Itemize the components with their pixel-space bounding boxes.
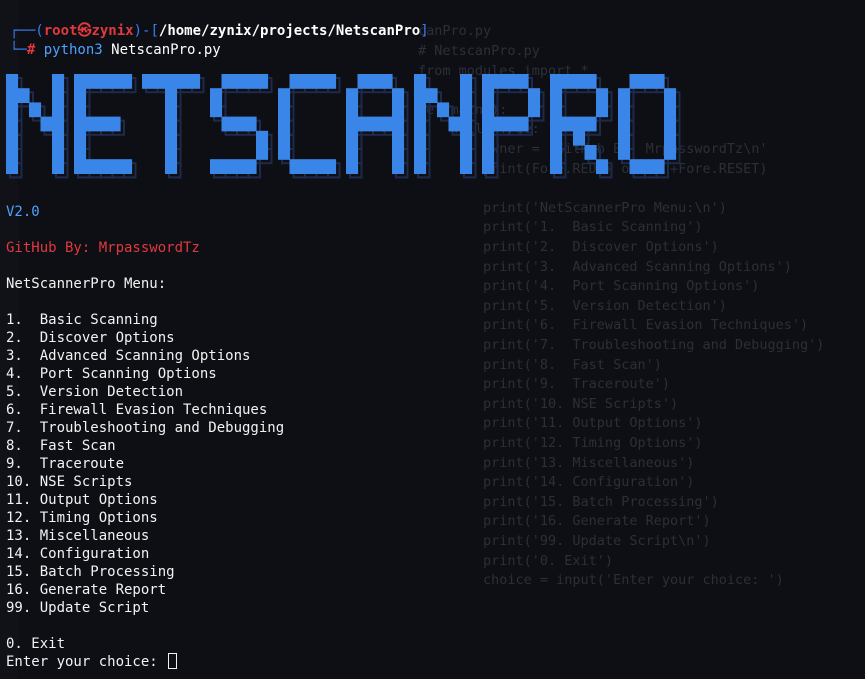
- editor-code-line: print('8. Fast Scan'): [418, 356, 662, 373]
- menu-item: 13. Miscellaneous: [6, 528, 150, 544]
- menu-item: 16. Generate Report: [6, 582, 167, 598]
- menu-item: 1. Basic Scanning: [6, 312, 158, 328]
- editor-code-line: print('4. Port Scanning Options'): [418, 278, 760, 295]
- netscanpro-ascii-banner: [6, 74, 681, 179]
- editor-code-line: print('13. Miscellaneous'): [418, 454, 695, 471]
- editor-code-line: print('2. Discover Options'): [418, 239, 719, 255]
- prompt-bracket-end: ]: [420, 23, 429, 39]
- prompt-user: root: [43, 23, 78, 39]
- editor-code-line: print('6. Firewall Evasion Techniques'): [418, 317, 809, 334]
- editor-code-line: print('NetScannerPro Menu:\n'): [418, 199, 727, 216]
- menu-item: 12. Timing Options: [6, 510, 158, 526]
- menu-item: 5. Version Detection: [6, 384, 184, 400]
- editor-code-line: print('5. Version Detection'): [418, 297, 727, 314]
- editor-code-line: print('16. Generate Report'): [418, 513, 711, 530]
- menu-item: 99. Update Script: [6, 600, 150, 616]
- editor-code-line: print('12. Timing Options'): [418, 435, 703, 451]
- editor-code-line: print('15. Batch Processing'): [418, 493, 719, 510]
- prompt-at: ㉿: [77, 23, 92, 39]
- menu-item: 10. NSE Scripts: [6, 474, 133, 490]
- menu-item: 4. Port Scanning Options: [6, 366, 217, 382]
- editor-code-line: print('0. Exit'): [418, 552, 614, 569]
- prompt-bracket: )-[: [133, 23, 159, 39]
- menu-item: 9. Traceroute: [6, 456, 125, 472]
- editor-code-line: print('11. Output Options'): [418, 415, 703, 432]
- menu-item: 3. Advanced Scanning Options: [6, 348, 251, 364]
- editor-code-line: print('1. Basic Scanning'): [418, 219, 703, 236]
- shell-command-line: └─# python3 NetscanPro.py: [10, 41, 221, 59]
- prompt-host: zynix: [91, 23, 134, 39]
- menu-title: NetScannerPro Menu:: [6, 276, 167, 292]
- menu-item: 11. Output Options: [6, 492, 158, 508]
- editor-code-line: choice = input('Enter your choice: '): [418, 572, 784, 589]
- editor-code-line: print('7. Troubleshooting and Debugging'…: [418, 337, 825, 353]
- command-interpreter: python3: [43, 42, 112, 58]
- text-cursor[interactable]: [168, 653, 178, 669]
- editor-code-line: print('9. Traceroute'): [418, 376, 670, 393]
- command-file: NetscanPro.py: [111, 42, 221, 58]
- prompt-prefix: └─: [10, 42, 27, 58]
- editor-code-line: print('14. Configuration'): [418, 474, 695, 491]
- editor-code-line: print('3. Advanced Scanning Options'): [418, 258, 792, 275]
- choice-prompt[interactable]: Enter your choice:: [6, 653, 178, 671]
- prompt-hash: #: [26, 42, 44, 58]
- menu-item: 14. Configuration: [6, 546, 150, 562]
- prompt-path: /home/zynix/projects/NetscanPro: [158, 23, 421, 39]
- terminal-window[interactable]: canPro.py # NetscanPro.py from modules im…: [0, 0, 865, 679]
- editor-tab-label: canPro.py: [418, 23, 492, 39]
- menu-list: 1. Basic Scanning 2. Discover Options 3. A…: [6, 311, 284, 617]
- menu-item: 6. Firewall Evasion Techniques: [6, 402, 268, 418]
- editor-code-line: # NetscanPro.py: [418, 43, 540, 59]
- github-credit: GitHub By: MrpasswordTz: [6, 240, 200, 256]
- choice-label: Enter your choice:: [6, 654, 167, 670]
- prompt-open: ┌──(: [10, 23, 44, 39]
- menu-item: 7. Troubleshooting and Debugging: [6, 420, 285, 436]
- editor-code-line: print('99. Update Script\n'): [418, 533, 711, 549]
- editor-code-line: print('10. NSE Scripts'): [418, 395, 679, 412]
- menu-item: 15. Batch Processing: [6, 564, 175, 580]
- shell-prompt-line: ┌──(root㉿zynix)-[/home/zynix/projects/Ne…: [10, 22, 429, 40]
- version-label: V2.0: [6, 204, 40, 220]
- menu-item-exit: 0. Exit: [6, 636, 66, 652]
- menu-item: 2. Discover Options: [6, 330, 175, 346]
- menu-item: 8. Fast Scan: [6, 438, 116, 454]
